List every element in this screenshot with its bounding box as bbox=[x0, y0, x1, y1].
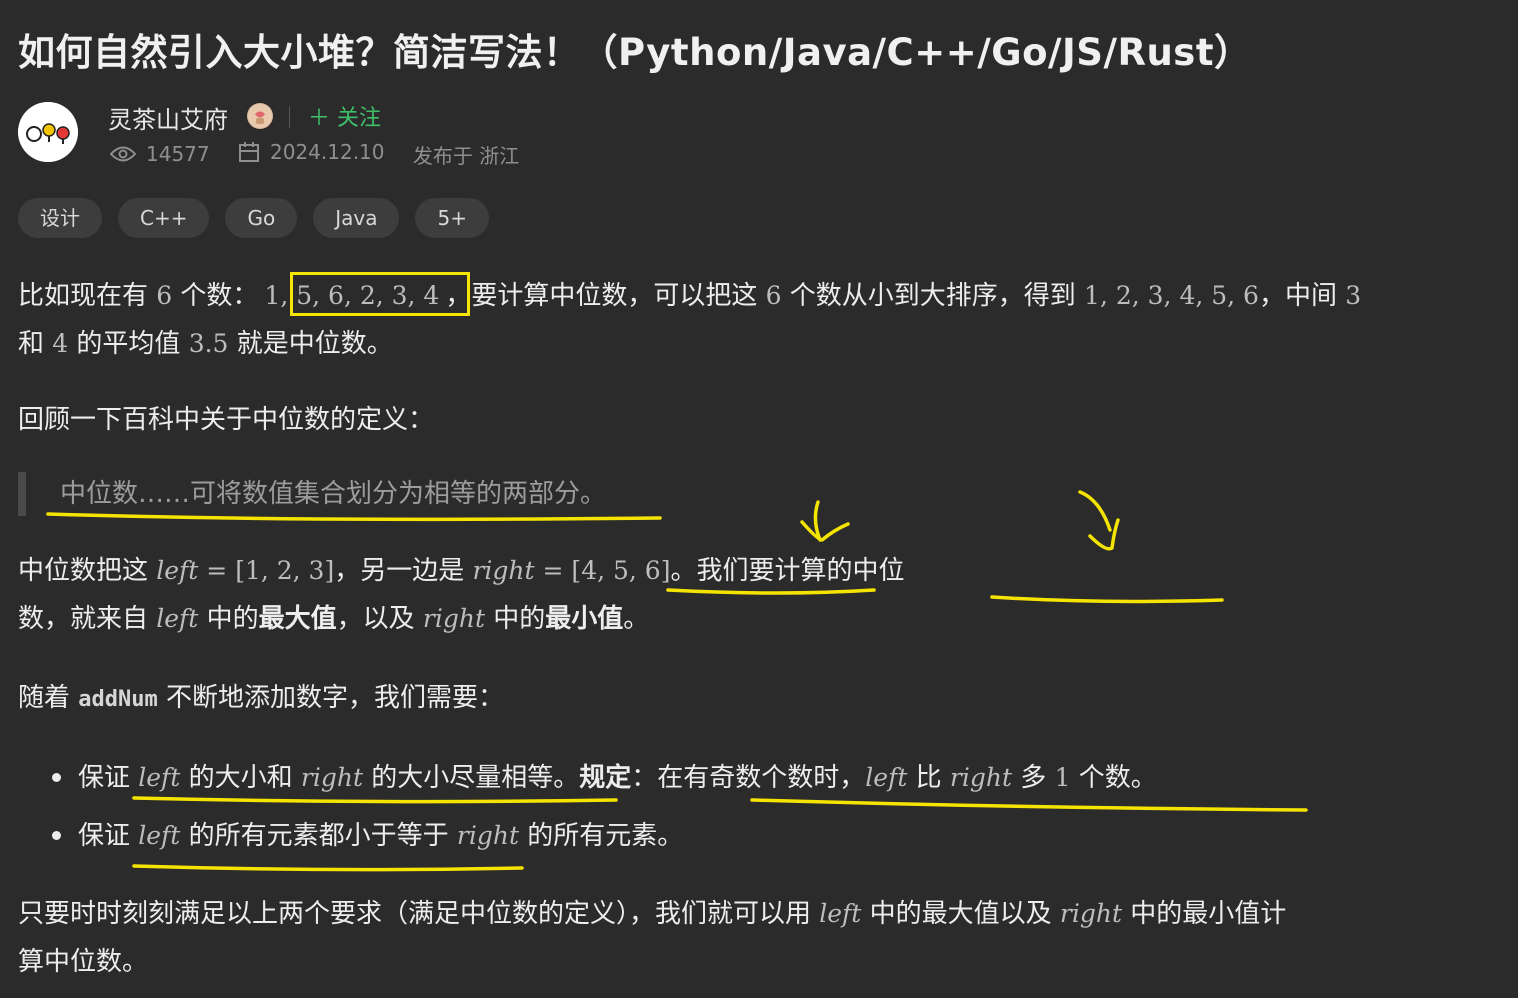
tag-java[interactable]: Java bbox=[313, 198, 400, 238]
math: 1, 2, 3, 4, 5, 6 bbox=[1084, 281, 1259, 310]
text: 和 bbox=[18, 329, 53, 359]
article-title: 如何自然引入大小堆？简洁写法！（Python/Java/C++/Go/JS/Ru… bbox=[18, 31, 1252, 74]
calendar-icon bbox=[238, 142, 259, 162]
paragraph-1-line-1: 比如现在有 6 个数： 1, 5, 6, 2, 3, 4 ，要计算中位数，可以把这 … bbox=[18, 272, 1361, 320]
math: 4 bbox=[52, 329, 69, 358]
text: 个数。 bbox=[1070, 763, 1157, 793]
text: 的大小尽量相等。 bbox=[363, 763, 580, 793]
text: 。我们要计算的中位 bbox=[670, 556, 905, 586]
eye-icon bbox=[110, 146, 136, 162]
text: 中位数把这 bbox=[18, 556, 157, 586]
paragraph-3-line-2: 数，就来自 left 中的最大值，以及 right 中的最小值。 bbox=[18, 595, 649, 643]
author-row: 灵茶山艾府 ＋ 关注 14577 2024.12.10 发布于 浙江 bbox=[18, 100, 718, 168]
text: 中的最小值计 bbox=[1122, 899, 1287, 929]
text: 随着 bbox=[18, 683, 79, 713]
math-right: right bbox=[300, 763, 363, 792]
text: ：在有奇数个数时， bbox=[631, 763, 866, 793]
text: 中的最大值以及 bbox=[861, 899, 1060, 929]
text: 多 bbox=[1012, 763, 1055, 793]
text: 就是中位数。 bbox=[228, 329, 393, 359]
text: 保证 bbox=[78, 763, 139, 793]
tag-go[interactable]: Go bbox=[225, 198, 298, 238]
math-right: right bbox=[422, 604, 486, 633]
text: 比如现在有 bbox=[18, 281, 157, 311]
badge-icon bbox=[247, 103, 273, 129]
text: ，中间 bbox=[1258, 281, 1346, 311]
bullet-item-1: 保证 left 的大小和 right 的大小尽量相等。规定：在有奇数个数时，le… bbox=[78, 754, 1157, 802]
quote-bar bbox=[18, 472, 26, 516]
author-avatar[interactable] bbox=[18, 102, 78, 162]
bold-text: 最小值 bbox=[545, 604, 624, 634]
arrow-right bbox=[1078, 490, 1120, 551]
math-right: right bbox=[1059, 899, 1122, 928]
views-count: 14577 bbox=[110, 142, 210, 166]
views-value: 14577 bbox=[146, 142, 210, 166]
text: ，要计算中位数，可以把这 bbox=[445, 281, 766, 311]
text: 的所有元素都小于等于 bbox=[180, 821, 457, 851]
math-right: right bbox=[472, 556, 535, 585]
text: 保证 bbox=[78, 821, 139, 851]
text: 个数从小到大排序，得到 bbox=[781, 281, 1085, 311]
author-name[interactable]: 灵茶山艾府 bbox=[108, 100, 228, 135]
article-page: 如何自然引入大小堆？简洁写法！（Python/Java/C++/Go/JS/Ru… bbox=[0, 0, 1518, 998]
bullet-item-2: 保证 left 的所有元素都小于等于 right 的所有元素。 bbox=[78, 812, 683, 860]
paragraph-4: 随着 addNum 不断地添加数字，我们需要： bbox=[18, 674, 504, 724]
avatar-icon bbox=[18, 102, 78, 162]
bold-text: 最大值 bbox=[258, 604, 337, 634]
math-right: right bbox=[949, 763, 1013, 792]
arrow-left bbox=[800, 500, 850, 542]
math: = [1, 2, 3] bbox=[198, 556, 335, 585]
text: ，以及 bbox=[336, 604, 423, 634]
math-left: left bbox=[865, 763, 908, 792]
tag-more[interactable]: 5+ bbox=[415, 198, 489, 238]
tag-list: 设计 C++ Go Java 5+ bbox=[18, 198, 489, 238]
math-left: left bbox=[819, 899, 862, 928]
text: 只要时时刻刻满足以上两个要求（满足中位数的定义），我们就可以用 bbox=[18, 899, 820, 929]
tag-design[interactable]: 设计 bbox=[18, 198, 102, 238]
math: 6 bbox=[765, 281, 782, 310]
text: 的平均值 bbox=[68, 329, 189, 359]
bullet-dot bbox=[52, 831, 61, 840]
follow-button[interactable]: ＋ 关注 bbox=[308, 100, 381, 132]
article-meta: 14577 2024.12.10 发布于 浙江 bbox=[110, 140, 541, 169]
bold-text: 规定 bbox=[579, 763, 632, 793]
text: 的大小和 bbox=[180, 763, 301, 793]
math-left: left bbox=[156, 556, 199, 585]
text: 比 bbox=[907, 763, 950, 793]
publish-date: 2024.12.10 bbox=[238, 140, 385, 164]
math-left: left bbox=[156, 604, 199, 633]
math: = [4, 5, 6] bbox=[534, 556, 671, 585]
underline-right bbox=[990, 595, 1224, 604]
text: 的所有元素。 bbox=[519, 821, 684, 851]
text: 中的 bbox=[485, 604, 546, 634]
publish-location: 发布于 浙江 bbox=[412, 144, 520, 168]
text: 个数： bbox=[172, 281, 259, 311]
divider bbox=[289, 106, 290, 128]
highlight-box bbox=[290, 272, 470, 316]
math: 1 bbox=[1054, 763, 1071, 792]
inline-code: addNum bbox=[78, 687, 158, 712]
paragraph-5-line-1: 只要时时刻刻满足以上两个要求（满足中位数的定义），我们就可以用 left 中的最… bbox=[18, 890, 1286, 938]
underline-bullet-2 bbox=[132, 864, 524, 872]
date-value: 2024.12.10 bbox=[269, 140, 385, 164]
bullet-dot bbox=[52, 773, 61, 782]
math-right: right bbox=[456, 821, 519, 850]
text: 数，就来自 bbox=[18, 604, 157, 634]
text: ，另一边是 bbox=[334, 556, 473, 586]
math: 6 bbox=[156, 281, 173, 310]
text: 中的 bbox=[198, 604, 259, 634]
paragraph-5-line-2: 算中位数。 bbox=[18, 947, 149, 977]
text: 不断地添加数字，我们需要： bbox=[157, 683, 505, 713]
paragraph-3-line-1: 中位数把这 left = [1, 2, 3]，另一边是 right = [4, … bbox=[18, 547, 904, 595]
paragraph-2: 回顾一下百科中关于中位数的定义： bbox=[18, 405, 435, 435]
math: 3.5 bbox=[188, 329, 229, 358]
paragraph-1-line-2: 和 4 的平均值 3.5 就是中位数。 bbox=[18, 320, 393, 368]
tag-cpp[interactable]: C++ bbox=[118, 198, 210, 238]
math: 3 bbox=[1345, 281, 1362, 310]
math-left: left bbox=[138, 763, 181, 792]
blockquote: 中位数……可将数值集合划分为相等的两部分。 bbox=[60, 479, 607, 509]
math-left: left bbox=[138, 821, 181, 850]
text: 。 bbox=[623, 604, 650, 634]
